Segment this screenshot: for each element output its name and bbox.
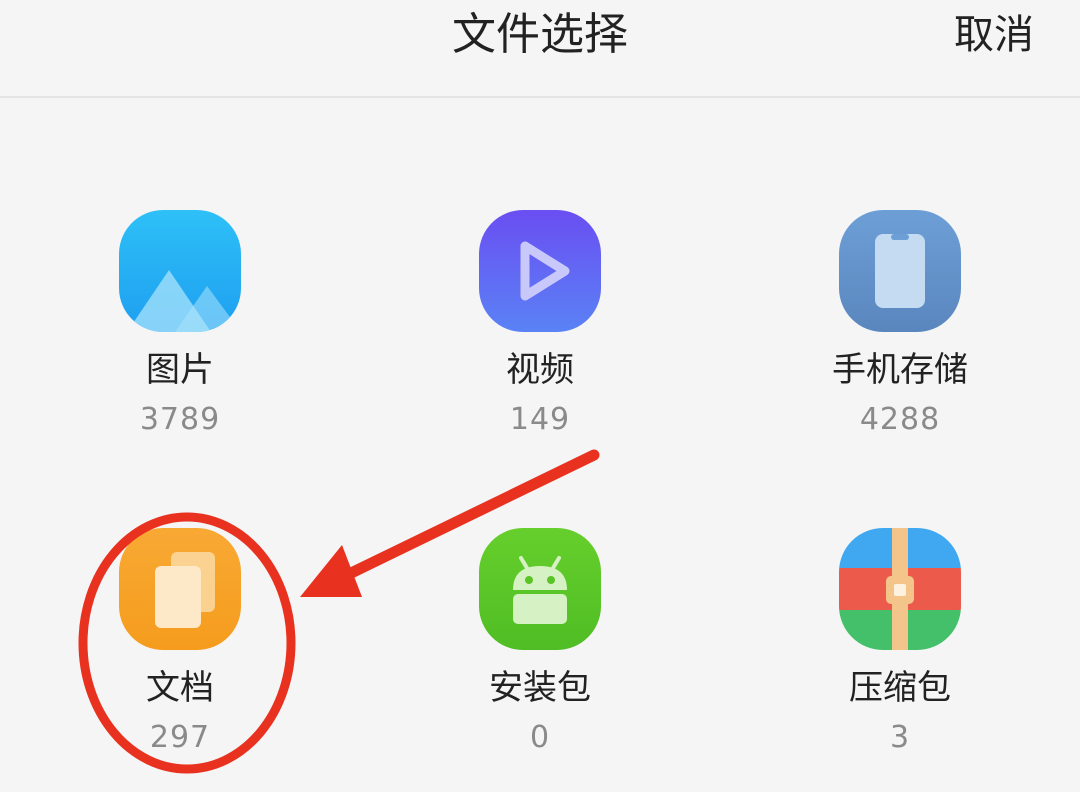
category-label: 手机存储 [832,350,968,390]
cancel-button[interactable]: 取消 [954,0,1034,70]
category-count: 3789 [139,402,221,437]
images-icon [119,210,241,332]
phone-storage-icon [839,210,961,332]
category-label: 视频 [506,350,574,390]
category-count: 297 [149,720,211,755]
category-count: 149 [509,402,571,437]
category-count: 3 [889,720,911,755]
documents-icon [119,528,241,650]
category-count: 0 [529,720,551,755]
page-title: 文件选择 [452,9,628,60]
category-label: 文档 [146,668,214,708]
category-label: 图片 [146,350,214,390]
android-apk-icon [479,528,601,650]
category-label: 安装包 [489,668,591,708]
top-bar: 文件选择 取消 [0,0,1080,98]
zip-archive-icon [839,528,961,650]
category-count: 4288 [859,402,941,437]
category-label: 压缩包 [849,668,951,708]
pointer-arrow-head [300,545,362,597]
video-play-icon [479,210,601,332]
